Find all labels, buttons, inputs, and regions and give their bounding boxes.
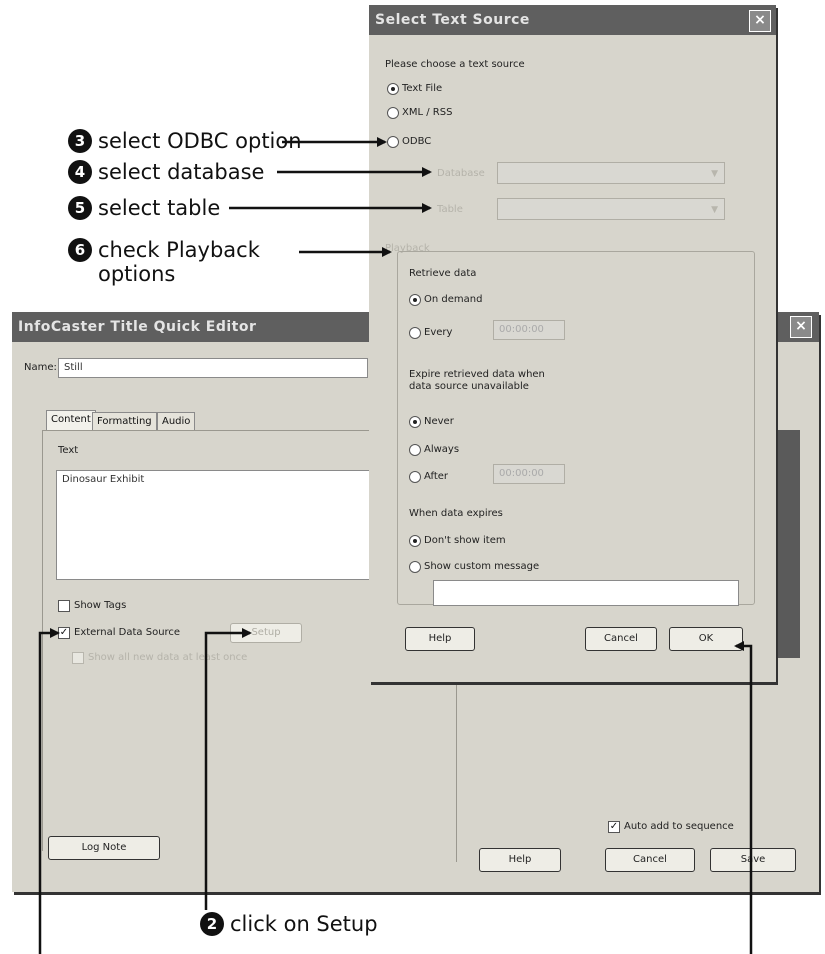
- annotation-arrows: [38, 137, 753, 954]
- arrow-to-setup: [204, 628, 252, 910]
- arrow-to-ok: [734, 641, 753, 954]
- arrow-to-external-source: [38, 628, 60, 954]
